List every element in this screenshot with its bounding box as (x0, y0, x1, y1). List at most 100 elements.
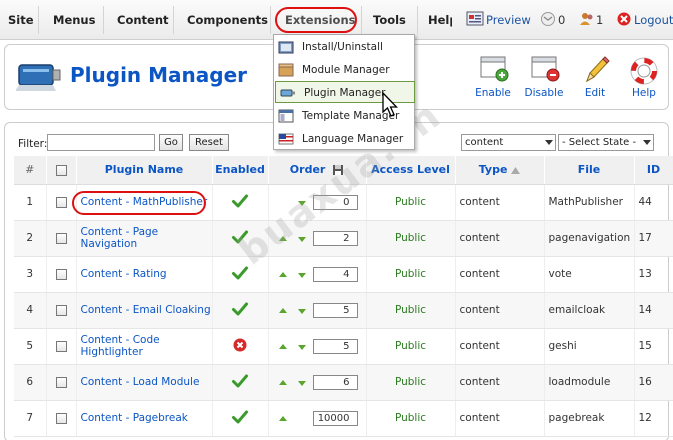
state-filter-select[interactable]: - Select State - (558, 134, 654, 151)
messages-icon[interactable] (540, 11, 556, 27)
access-level-link[interactable]: Public (366, 364, 456, 401)
disable-button[interactable]: Disable (522, 53, 566, 101)
order-input[interactable]: 4 (312, 266, 358, 282)
col-header-plugin-name[interactable]: Plugin Name (76, 156, 213, 185)
users-count: 1 (596, 13, 604, 27)
type-filter-value: content (465, 137, 504, 148)
move-up-arrow-icon[interactable] (278, 307, 287, 313)
access-level-link[interactable]: Public (366, 256, 456, 293)
type-filter-select[interactable]: content (461, 134, 556, 151)
plugin-name-link[interactable]: Content - Email Cloaking (76, 292, 213, 329)
col-header-file[interactable]: File (544, 156, 635, 185)
move-down-arrow-icon[interactable] (297, 272, 306, 278)
access-level-link[interactable]: Public (366, 184, 456, 221)
enabled-check-icon[interactable] (232, 374, 248, 388)
plugin-file: vote (544, 256, 635, 293)
plugin-name-link[interactable]: Content - Rating (76, 256, 213, 293)
menu-menus[interactable]: Menus (53, 13, 95, 27)
mouse-cursor-icon (382, 92, 399, 117)
col-header-enabled[interactable]: Enabled (212, 156, 269, 185)
row-checkbox[interactable] (55, 232, 67, 244)
page-title: Plugin Manager (70, 63, 248, 87)
plugin-name-link[interactable]: Content - Page Navigation (76, 220, 213, 257)
help-lifebuoy-icon (630, 57, 658, 85)
order-input[interactable]: 10000 (312, 410, 358, 426)
plugin-name-highlight-circle (72, 191, 206, 215)
table-row: 3 Content - Rating 4 Public content vote 13 (14, 256, 673, 293)
plugin-type: content (455, 328, 545, 365)
plugin-type: content (455, 364, 545, 401)
help-button[interactable]: Help (622, 53, 666, 101)
access-level-link[interactable]: Public (366, 328, 456, 365)
access-level-link[interactable]: Public (366, 400, 456, 437)
access-level-link[interactable]: Public (366, 292, 456, 329)
plugin-file: emailcloak (544, 292, 635, 329)
move-up-arrow-icon[interactable] (278, 379, 287, 385)
row-checkbox[interactable] (55, 268, 67, 280)
plugin-file: pagebreak (544, 400, 635, 437)
logout-link[interactable]: Logout (634, 13, 673, 27)
row-checkbox[interactable] (55, 412, 67, 424)
menu-divider (38, 6, 39, 34)
menu-item-module-manager[interactable]: Module Manager (274, 59, 414, 81)
menu-components[interactable]: Components (187, 13, 268, 27)
plugin-id: 15 (634, 328, 673, 365)
menu-divider (270, 6, 271, 34)
plugin-name-link[interactable]: Content - Pagebreak (76, 400, 213, 437)
row-checkbox-cell (46, 292, 77, 329)
col-header-id[interactable]: ID (634, 156, 673, 185)
template-icon (278, 109, 294, 123)
enabled-check-icon[interactable] (232, 194, 248, 208)
enabled-cell (212, 364, 269, 401)
menu-tools[interactable]: Tools (373, 13, 406, 27)
move-up-arrow-icon[interactable] (278, 271, 287, 277)
row-checkbox[interactable] (55, 304, 67, 316)
menu-divider (103, 6, 104, 34)
enable-button[interactable]: Enable (471, 53, 515, 101)
plugin-type: content (455, 256, 545, 293)
access-level-link[interactable]: Public (366, 220, 456, 257)
row-checkbox-cell (46, 400, 77, 437)
select-all-checkbox[interactable] (55, 164, 67, 176)
enabled-check-icon[interactable] (232, 302, 248, 316)
order-cell: 5 (268, 328, 367, 365)
enabled-cell (212, 292, 269, 329)
col-header-type[interactable]: Type (455, 156, 545, 185)
plugin-name-link[interactable]: Content - Load Module (76, 364, 213, 401)
table-row: 4 Content - Email Cloaking 5 Public content e… (14, 292, 673, 329)
move-up-arrow-icon[interactable] (278, 343, 287, 349)
move-down-arrow-icon[interactable] (297, 344, 306, 350)
plugin-manager-logo-icon (16, 64, 61, 91)
enabled-cell (212, 328, 269, 365)
row-checkbox[interactable] (55, 376, 67, 388)
filter-search-input[interactable] (47, 134, 155, 151)
move-down-arrow-icon[interactable] (297, 380, 306, 386)
plugin-type: content (455, 184, 545, 221)
menu-item-language-manager[interactable]: Language Manager (274, 128, 414, 150)
order-input[interactable]: 2 (312, 230, 358, 246)
order-input[interactable]: 5 (312, 338, 358, 354)
enabled-check-icon[interactable] (232, 410, 248, 424)
plugin-name-link[interactable]: Content - Code Hightlighter (76, 328, 213, 365)
preview-icon[interactable] (466, 11, 484, 27)
row-checkbox[interactable] (55, 340, 67, 352)
go-button[interactable]: Go (159, 134, 183, 151)
preview-link[interactable]: Preview (486, 13, 531, 27)
move-up-arrow-icon[interactable] (278, 415, 287, 421)
menu-content[interactable]: Content (117, 13, 169, 27)
table-row: 7 Content - Pagebreak 10000 Public content pa… (14, 400, 673, 437)
reset-button[interactable]: Reset (189, 134, 229, 151)
menu-help[interactable]: Help (428, 13, 452, 27)
menu-item-install-uninstall[interactable]: Install/Uninstall (274, 36, 414, 58)
edit-button[interactable]: Edit (573, 53, 617, 101)
row-checkbox[interactable] (55, 196, 67, 208)
order-input[interactable]: 6 (312, 374, 358, 390)
enabled-check-icon[interactable] (232, 266, 248, 280)
chevron-down-icon (643, 140, 651, 145)
move-down-arrow-icon[interactable] (297, 308, 306, 314)
menu-site[interactable]: Site (8, 13, 34, 27)
logout-icon[interactable] (616, 11, 632, 27)
disabled-x-icon[interactable] (233, 338, 247, 352)
table-row: 2 Content - Page Navigation 2 Public content… (14, 220, 673, 257)
order-input[interactable]: 5 (312, 302, 358, 318)
